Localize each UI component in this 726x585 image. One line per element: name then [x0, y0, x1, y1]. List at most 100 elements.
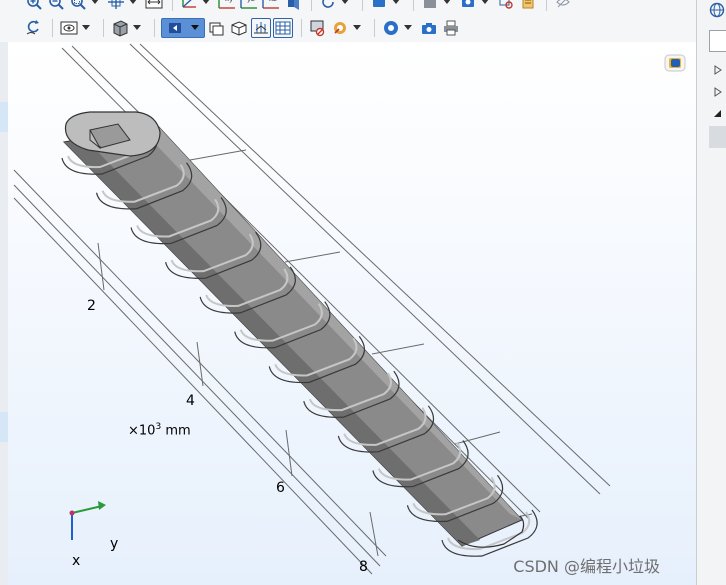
zoom-out-icon	[49, 0, 64, 10]
axis-tick-label: 2	[87, 298, 96, 314]
colors-icon	[334, 22, 346, 34]
axes-xz-icon: xz	[262, 0, 279, 9]
chevron-down-icon	[443, 0, 451, 4]
model-scene	[13, 43, 611, 575]
aperture-icon	[384, 21, 398, 35]
zoom-extents-button[interactable]	[106, 0, 126, 12]
panel-field[interactable]	[709, 30, 726, 52]
print-button[interactable]	[441, 18, 461, 38]
go-to-default-view-icon	[145, 0, 163, 9]
zoom-box-icon	[71, 0, 86, 10]
wireframe-button[interactable]	[161, 18, 205, 38]
zoom-dropdown[interactable]	[90, 0, 100, 12]
settings-icon	[522, 0, 534, 9]
wireframe-icon	[169, 23, 181, 33]
chevron-down-icon	[341, 0, 349, 4]
hide-icon	[556, 0, 570, 8]
toolbar-row-2	[0, 18, 463, 38]
reset-hiding-icon	[26, 20, 39, 35]
highlight-button[interactable]	[496, 0, 516, 12]
svg-text:xz: xz	[269, 0, 277, 3]
view-icon	[60, 21, 78, 35]
axis-tick	[97, 242, 105, 291]
default-view-button[interactable]	[144, 0, 164, 12]
camera-button[interactable]	[419, 18, 439, 38]
aperture-button[interactable]	[381, 18, 401, 38]
graphics-toolbar: xy yz xz	[0, 0, 696, 42]
select-dropdown[interactable]	[391, 0, 401, 12]
model-light-face	[140, 126, 522, 520]
rotate-dropdown[interactable]	[340, 0, 350, 12]
show-grid-icon	[254, 22, 268, 34]
view-axes-dropdown[interactable]	[201, 0, 211, 12]
transparency-2-icon	[231, 21, 247, 36]
chevron-down-icon	[392, 0, 400, 4]
chevron-collapsed-icon	[714, 110, 721, 117]
chevron-down-icon	[191, 25, 199, 30]
select-button[interactable]	[369, 0, 389, 12]
view-dropdown[interactable]	[81, 18, 91, 38]
zoom-extents-icon	[108, 0, 124, 9]
axis-tick	[189, 149, 247, 161]
axes-xy-icon: xy	[218, 0, 235, 9]
zoom-box-button[interactable]	[68, 0, 88, 12]
colors-button[interactable]	[330, 18, 350, 38]
graphics-viewport[interactable]: 2 4 6 8 ×103 mm y x CSDN @编程小垃圾	[0, 42, 696, 585]
view-yz-button[interactable]: yz	[239, 0, 259, 12]
transparency-icon	[182, 0, 196, 8]
light-icon	[209, 22, 224, 36]
show-edges-button[interactable]	[273, 18, 293, 38]
collapse-node-button[interactable]	[709, 106, 726, 122]
select-icon	[373, 0, 385, 7]
box-button[interactable]	[110, 18, 130, 38]
watermark: CSDN @编程小垃圾	[513, 557, 660, 576]
rotate-view-icon	[322, 0, 334, 8]
zoom-out-button[interactable]	[46, 0, 66, 12]
view-button[interactable]	[59, 18, 79, 38]
view-xy-button[interactable]: xy	[217, 0, 237, 12]
chevron-down-icon	[91, 0, 99, 4]
scene-light-button[interactable]	[283, 0, 303, 12]
import-image-button[interactable]	[458, 0, 478, 12]
transparency-button[interactable]	[229, 18, 249, 38]
rotate-view-button[interactable]	[318, 0, 338, 12]
chevron-down-icon	[133, 25, 141, 30]
import-image-dropdown[interactable]	[480, 0, 490, 12]
show-grid-button[interactable]	[251, 18, 271, 38]
camera-icon	[422, 23, 436, 34]
axis-tick	[196, 341, 204, 387]
axis-tick	[369, 511, 379, 557]
mesh-icon	[310, 20, 325, 37]
globe-icon[interactable]	[709, 2, 725, 18]
import-image-icon	[462, 0, 474, 7]
axis-tick-label: 8	[359, 559, 368, 575]
axis-tick-label: 6	[276, 480, 285, 496]
box-dropdown[interactable]	[132, 18, 142, 38]
settings-button[interactable]	[518, 0, 538, 12]
chevron-down-icon	[129, 0, 137, 4]
colors-dropdown[interactable]	[352, 18, 362, 38]
view-axes-button[interactable]	[179, 0, 199, 12]
reset-hiding-button[interactable]	[24, 18, 44, 38]
axes-yz-icon: yz	[240, 0, 257, 9]
hide-button[interactable]	[553, 0, 573, 12]
aperture-dropdown[interactable]	[403, 18, 413, 38]
zoom-in-button[interactable]	[24, 0, 44, 12]
toolbar-row-1: xy yz xz	[0, 0, 575, 12]
view-xz-button[interactable]: xz	[261, 0, 281, 12]
zoom-in-icon	[27, 0, 42, 10]
expand-node-button[interactable]	[709, 62, 726, 78]
axis-tick	[284, 251, 341, 263]
mesh-button[interactable]	[308, 18, 328, 38]
triad-y-arrow	[98, 501, 106, 510]
render-dropdown[interactable]	[442, 0, 452, 12]
panel-selected-row[interactable]	[709, 126, 726, 148]
render-button[interactable]	[420, 0, 440, 12]
triad-y-axis	[71, 505, 103, 514]
logo-icon	[664, 54, 686, 72]
expand-node-button[interactable]	[709, 84, 726, 100]
light-button[interactable]	[207, 18, 227, 38]
render-icon	[424, 0, 436, 8]
zoom-extents-dropdown[interactable]	[128, 0, 138, 12]
print-icon	[444, 20, 458, 36]
